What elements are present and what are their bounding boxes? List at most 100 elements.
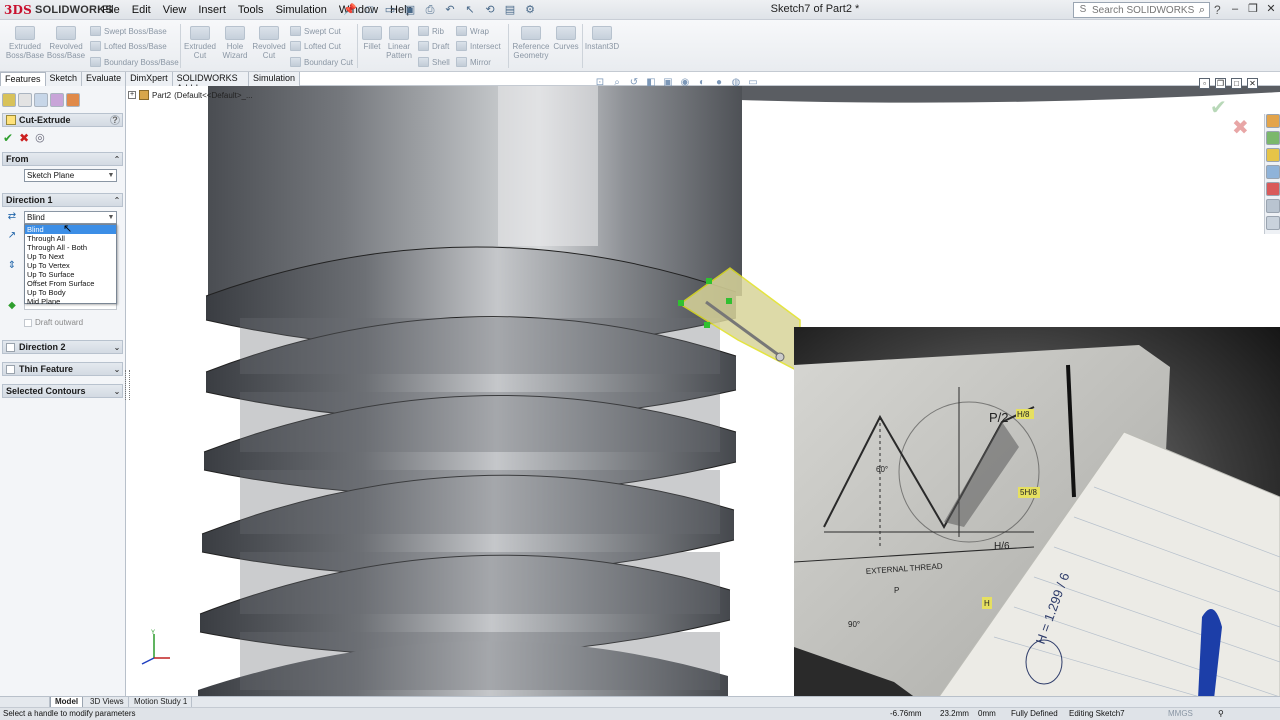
revolved-cut-button[interactable]: Revolved Cut	[251, 26, 287, 60]
option-mid-plane[interactable]: Mid Plane	[25, 297, 116, 306]
scene-icon[interactable]: ◍	[730, 77, 742, 89]
option-through-all[interactable]: Through All	[25, 234, 116, 243]
rib-button[interactable]: Rib	[418, 25, 444, 37]
file-properties-icon[interactable]: ▤	[502, 2, 518, 18]
confirmation-cancel-icon[interactable]: ✖	[1232, 115, 1249, 140]
menu-simulation[interactable]: Simulation	[270, 2, 333, 18]
expand-icon[interactable]: ⌄	[112, 365, 122, 374]
direction2-section-header[interactable]: Direction 2 ⌄	[2, 340, 123, 354]
curves-button[interactable]: Curves	[552, 26, 580, 51]
extruded-cut-button[interactable]: Extruded Cut	[183, 26, 217, 60]
extruded-boss-button[interactable]: Extruded Boss/Base	[6, 26, 44, 60]
help-icon[interactable]: ?	[1214, 3, 1221, 17]
resources-icon[interactable]	[1266, 114, 1280, 128]
tab-simulation[interactable]: Simulation	[248, 72, 300, 86]
menu-file[interactable]: File	[96, 2, 126, 18]
view-settings-icon[interactable]: ▭	[747, 77, 759, 89]
option-up-to-body[interactable]: Up To Body	[25, 288, 116, 297]
revolved-boss-button[interactable]: Revolved Boss/Base	[47, 26, 85, 60]
edit-appearance-icon[interactable]: ●	[713, 77, 725, 89]
hide-show-icon[interactable]: ◐	[696, 77, 708, 89]
draft-outward-checkbox[interactable]	[24, 318, 32, 327]
feature-manager-icon[interactable]	[2, 93, 16, 107]
viewport-maximize-icon[interactable]: □	[1231, 78, 1242, 89]
swept-boss-button[interactable]: Swept Boss/Base	[90, 25, 167, 37]
detailed-preview-icon[interactable]: ◎	[35, 131, 45, 145]
draft-on-off-icon[interactable]: ◆	[5, 299, 19, 313]
custom-properties-icon[interactable]	[1266, 199, 1280, 213]
menu-view[interactable]: View	[157, 2, 193, 18]
collapse-icon[interactable]: ⌃	[112, 196, 122, 205]
fillet-button[interactable]: Fillet	[360, 26, 384, 51]
direction1-section-header[interactable]: Direction 1 ⌃	[2, 193, 123, 207]
zoom-area-icon[interactable]: ⌕	[611, 77, 623, 89]
option-up-to-vertex[interactable]: Up To Vertex	[25, 261, 116, 270]
lofted-boss-button[interactable]: Lofted Boss/Base	[90, 40, 167, 52]
draft-outward-option[interactable]: Draft outward	[24, 318, 83, 327]
zoom-to-fit-icon[interactable]: ⊡	[594, 77, 606, 89]
view-orientation-icon[interactable]: ▣	[662, 77, 674, 89]
undo-icon[interactable]: ↶	[442, 2, 458, 18]
viewport-tile-icon[interactable]: ▫	[1199, 78, 1210, 89]
appearances-icon[interactable]	[1266, 182, 1280, 196]
property-manager-icon[interactable]	[18, 93, 32, 107]
minimize-icon[interactable]: –	[1228, 2, 1242, 16]
viewport-restore-icon[interactable]: ❐	[1215, 78, 1226, 89]
restore-icon[interactable]: ❐	[1246, 2, 1260, 16]
close-icon[interactable]: ✕	[1264, 2, 1278, 16]
previous-view-icon[interactable]: ↺	[628, 77, 640, 89]
tab-dimxpert[interactable]: DimXpert	[126, 72, 173, 86]
instant3d-button[interactable]: Instant3D	[584, 26, 620, 51]
reverse-direction-icon[interactable]: ⇄	[5, 210, 19, 224]
section-view-icon[interactable]: ◧	[645, 77, 657, 89]
configuration-manager-icon[interactable]	[34, 93, 48, 107]
save-icon[interactable]: ▣	[402, 2, 418, 18]
feature-tree-flyout[interactable]: + Part2 (Default<<Default>_...	[128, 90, 253, 100]
print-icon[interactable]: ⎙	[422, 2, 438, 18]
help-search[interactable]: S ⌕	[1073, 2, 1210, 18]
open-icon[interactable]: ▭	[382, 2, 398, 18]
wrap-button[interactable]: Wrap	[456, 25, 489, 37]
menu-tools[interactable]: Tools	[232, 2, 270, 18]
from-select[interactable]: Sketch Plane ▼	[24, 169, 117, 182]
option-offset-from-surface[interactable]: Offset From Surface	[25, 279, 116, 288]
panel-resize-handle[interactable]	[125, 370, 130, 400]
menu-edit[interactable]: Edit	[126, 2, 157, 18]
view-palette-icon[interactable]	[1266, 165, 1280, 179]
swept-cut-button[interactable]: Swept Cut	[290, 25, 341, 37]
lofted-cut-button[interactable]: Lofted Cut	[290, 40, 341, 52]
from-section-header[interactable]: From ⌃	[2, 152, 123, 166]
rebuild-status-icon[interactable]: ⚲	[1218, 709, 1224, 718]
selected-contours-section-header[interactable]: Selected Contours ⌄	[2, 384, 123, 398]
options-icon[interactable]: ⚙	[522, 2, 538, 18]
menu-insert[interactable]: Insert	[192, 2, 232, 18]
display-manager-icon[interactable]	[66, 93, 80, 107]
boundary-boss-button[interactable]: Boundary Boss/Base	[90, 56, 179, 68]
thin-feature-section-header[interactable]: Thin Feature ⌄	[2, 362, 123, 376]
option-up-to-surface[interactable]: Up To Surface	[25, 270, 116, 279]
option-up-to-next[interactable]: Up To Next	[25, 252, 116, 261]
search-input[interactable]	[1090, 4, 1195, 16]
dimxpert-manager-icon[interactable]	[50, 93, 64, 107]
search-icon[interactable]: ⌕	[1195, 4, 1209, 17]
ok-button[interactable]: ✔	[3, 131, 13, 145]
intersect-button[interactable]: Intersect	[456, 40, 501, 52]
confirmation-ok-icon[interactable]: ✔	[1210, 95, 1227, 120]
display-style-icon[interactable]: ◉	[679, 77, 691, 89]
new-icon[interactable]: □	[362, 2, 378, 18]
expand-icon[interactable]: ⌄	[112, 343, 122, 352]
hole-wizard-button[interactable]: Hole Wizard	[219, 26, 251, 60]
tab-sketch[interactable]: Sketch	[45, 72, 83, 86]
file-explorer-icon[interactable]	[1266, 148, 1280, 162]
expand-icon[interactable]: ⌄	[112, 387, 122, 396]
thin-feature-checkbox[interactable]	[6, 364, 15, 374]
boundary-cut-button[interactable]: Boundary Cut	[290, 56, 353, 68]
solidworks-forum-icon[interactable]	[1266, 216, 1280, 230]
mirror-button[interactable]: Mirror	[456, 56, 491, 68]
collapse-icon[interactable]: ⌃	[112, 155, 122, 164]
design-library-icon[interactable]	[1266, 131, 1280, 145]
pin-icon[interactable]: 📌	[343, 3, 357, 16]
shell-button[interactable]: Shell	[418, 56, 450, 68]
viewport-close-icon[interactable]: ✕	[1247, 78, 1258, 89]
draft-button[interactable]: Draft	[418, 40, 449, 52]
